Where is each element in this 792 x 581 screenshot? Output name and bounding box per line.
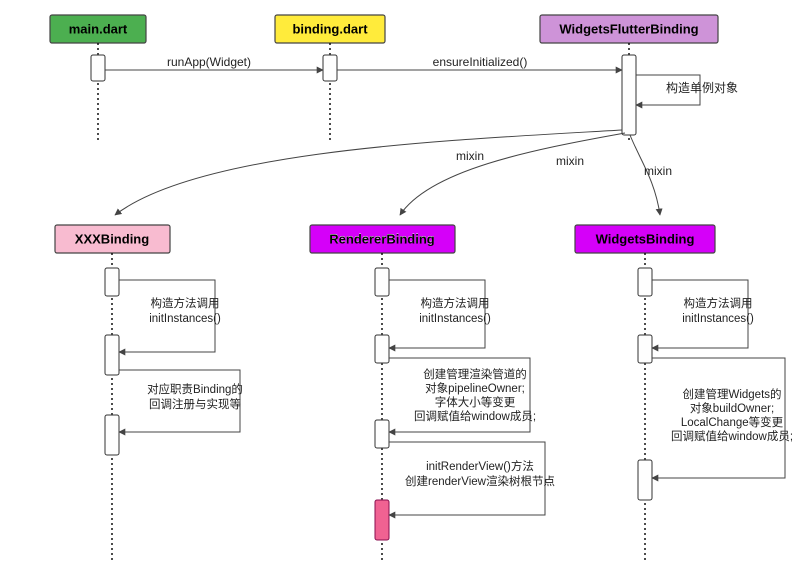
msg-renderer-pipelineowner: 创建管理渲染管道的 对象pipelineOwner; 字体大小等变更 回调赋值给… [389,358,536,432]
msg-ensureinit: ensureInitialized() [337,55,622,70]
svg-text:initInstances(): initInstances() [419,313,491,325]
svg-text:对象buildOwner;: 对象buildOwner; [690,401,774,415]
msg-construct-singleton: 构造单例对象 [636,75,738,105]
svg-text:构造方法调用: 构造方法调用 [151,296,220,310]
msg-mixin-renderer: mixin [400,133,625,215]
svg-text:回调注册与实现等: 回调注册与实现等 [149,397,241,411]
participant-main: main.dart [50,15,146,140]
svg-text:ensureInitialized(): ensureInitialized() [433,55,528,69]
svg-text:对象pipelineOwner;: 对象pipelineOwner; [425,381,525,395]
msg-runapp: runApp(Widget) [105,55,323,70]
participant-wfb-label: WidgetsFlutterBinding [559,21,698,36]
svg-text:initRenderView()方法: initRenderView()方法 [426,459,534,473]
svg-text:runApp(Widget): runApp(Widget) [167,55,251,69]
svg-text:对应职责Binding的: 对应职责Binding的 [147,382,243,396]
msg-mixin-xxx: mixin [115,130,622,215]
svg-text:initInstances(): initInstances() [682,313,754,325]
svg-text:mixin: mixin [644,164,672,178]
msg-xxx-initinstances: 构造方法调用 initInstances() [119,280,221,352]
participant-main-label: main.dart [69,21,128,36]
svg-text:构造方法调用: 构造方法调用 [684,296,753,310]
msg-mixin-widgets: mixin [630,135,672,215]
svg-text:initInstances(): initInstances() [149,313,221,325]
svg-text:mixin: mixin [556,154,584,168]
svg-text:构造单例对象: 构造单例对象 [666,80,738,95]
svg-text:创建renderView渲染树根节点: 创建renderView渲染树根节点 [405,474,555,488]
svg-text:创建管理渲染管道的: 创建管理渲染管道的 [423,367,527,381]
participant-wfb: WidgetsFlutterBinding [540,15,718,140]
msg-widgets-buildowner: 创建管理Widgets的 对象buildOwner; LocalChange等变… [652,358,792,478]
msg-renderer-initinstances: 构造方法调用 initInstances() [389,280,491,348]
participant-widgets-label: WidgetsBinding [596,231,695,246]
svg-text:回调赋值给window成员;: 回调赋值给window成员; [414,410,536,423]
participant-binding-label: binding.dart [292,21,368,36]
participant-xxx-label: XXXBinding [75,231,149,246]
svg-text:字体大小等变更: 字体大小等变更 [435,395,516,409]
msg-xxx-responsibility: 对应职责Binding的 回调注册与实现等 [119,370,243,432]
msg-widgets-initinstances: 构造方法调用 initInstances() [652,280,754,348]
msg-renderer-initrenderview: initRenderView()方法 创建renderView渲染树根节点 [389,442,555,515]
svg-text:mixin: mixin [456,149,484,163]
svg-text:创建管理Widgets的: 创建管理Widgets的 [682,387,781,401]
svg-text:回调赋值给window成员;: 回调赋值给window成员; [671,430,792,443]
svg-text:RendererBinding: RendererBinding [329,231,435,246]
svg-text:构造方法调用: 构造方法调用 [421,296,490,310]
svg-text:LocalChange等变更: LocalChange等变更 [681,415,784,429]
participant-binding: binding.dart [275,15,385,140]
sequence-diagram: main.dart binding.dart WidgetsFlutterBin… [0,0,792,581]
